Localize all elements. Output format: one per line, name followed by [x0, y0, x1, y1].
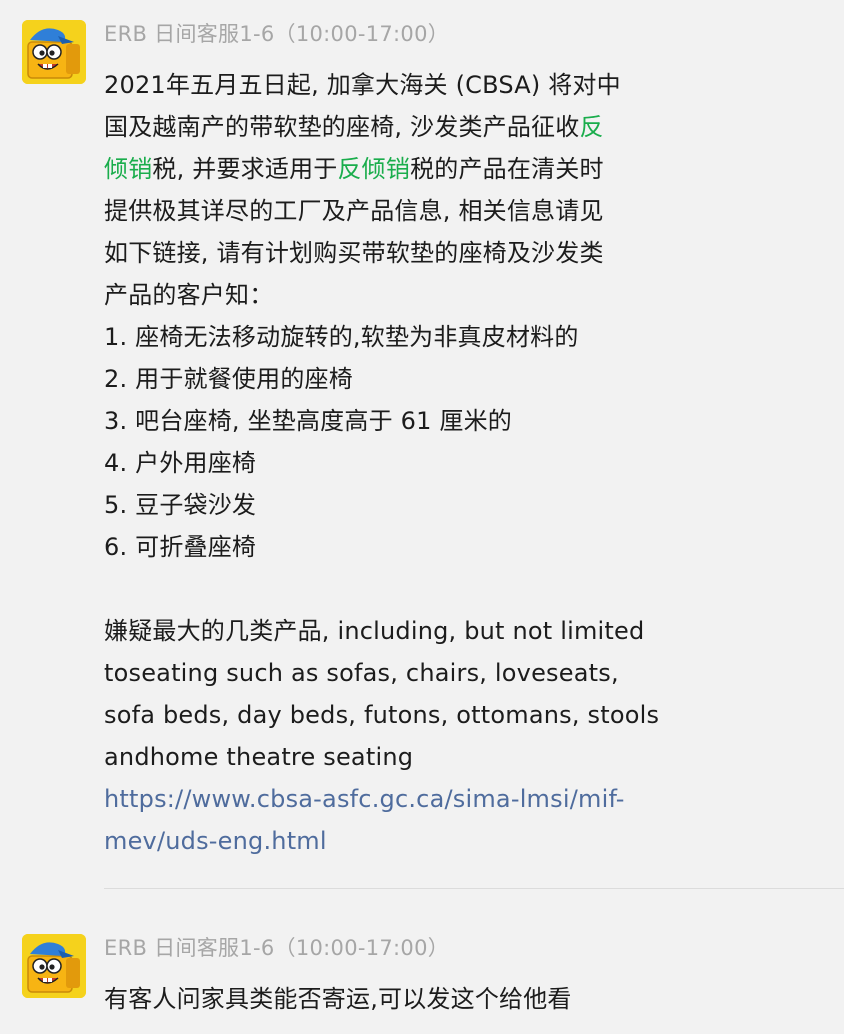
text-segment: 5. 豆子袋沙发: [104, 491, 257, 519]
message-line: 5. 豆子袋沙发: [104, 484, 724, 526]
cartoon-box-mascot-icon: [22, 20, 86, 84]
highlighted-keyword[interactable]: 反倾销: [337, 155, 410, 183]
message-line: 如下链接, 请有计划购买带软垫的座椅及沙发类: [104, 232, 724, 274]
url-link[interactable]: https://www.cbsa-asfc.gc.ca/sima-lmsi/mi…: [104, 785, 625, 813]
message-line: sofa beds, day beds, futons, ottomans, s…: [104, 694, 724, 736]
highlighted-keyword[interactable]: 倾销: [104, 155, 152, 183]
url-link[interactable]: mev/uds-eng.html: [104, 827, 327, 855]
message-line: 产品的客户知：: [104, 274, 724, 316]
text-segment: 国及越南产的带软垫的座椅, 沙发类产品征收: [104, 113, 580, 141]
message-line: 有客人问家具类能否寄运,可以发这个给他看: [104, 978, 724, 1020]
message-line: 倾销税, 并要求适用于反倾销税的产品在清关时: [104, 148, 724, 190]
message-line: 2021年五月五日起, 加拿大海关 (CBSA) 将对中: [104, 64, 724, 106]
message-line: 4. 户外用座椅: [104, 442, 724, 484]
text-segment: 4. 户外用座椅: [104, 449, 257, 477]
text-segment: 税, 并要求适用于: [152, 155, 338, 183]
text-segment: 有客人问家具类能否寄运,可以发这个给他看: [104, 985, 572, 1013]
message-line: 提供极其详尽的工厂及产品信息, 相关信息请见: [104, 190, 724, 232]
message-divider: [104, 888, 844, 889]
text-segment: 3. 吧台座椅, 坐垫高度高于 61 厘米的: [104, 407, 512, 435]
message-line: 国及越南产的带软垫的座椅, 沙发类产品征收反: [104, 106, 724, 148]
message-text[interactable]: 有客人问家具类能否寄运,可以发这个给他看: [104, 978, 724, 1020]
text-segment: 6. 可折叠座椅: [104, 533, 257, 561]
message-line: 3. 吧台座椅, 坐垫高度高于 61 厘米的: [104, 400, 724, 442]
text-segment: 税的产品在清关时: [410, 155, 604, 183]
cartoon-box-mascot-icon: [22, 934, 86, 998]
message-line: 6. 可折叠座椅: [104, 526, 724, 568]
sender-name: ERB 日间客服1-6（10:00-17:00）: [104, 936, 450, 960]
highlighted-keyword[interactable]: 反: [579, 113, 603, 141]
message-line: toseating such as sofas, chairs, lovesea…: [104, 652, 724, 694]
text-segment: 2. 用于就餐使用的座椅: [104, 365, 353, 393]
message-line: https://www.cbsa-asfc.gc.ca/sima-lmsi/mi…: [104, 778, 724, 820]
text-segment: 产品的客户知：: [104, 281, 274, 309]
text-segment: 嫌疑最大的几类产品, including, but not limited: [104, 617, 645, 645]
message-line: andhome theatre seating: [104, 736, 724, 778]
chat-history: ERB 日间客服1-6（10:00-17:00） 2021年五月五日起, 加拿大…: [0, 0, 844, 1034]
message-line: 嫌疑最大的几类产品, including, but not limited: [104, 610, 724, 652]
text-segment: toseating such as sofas, chairs, lovesea…: [104, 659, 619, 687]
text-segment: 2021年五月五日起, 加拿大海关 (CBSA) 将对中: [104, 71, 621, 99]
message-line: 2. 用于就餐使用的座椅: [104, 358, 724, 400]
text-segment: 1. 座椅无法移动旋转的,软垫为非真皮材料的: [104, 323, 579, 351]
message-line: 1. 座椅无法移动旋转的,软垫为非真皮材料的: [104, 316, 724, 358]
message-text[interactable]: 2021年五月五日起, 加拿大海关 (CBSA) 将对中 国及越南产的带软垫的座椅…: [104, 64, 724, 862]
text-segment: andhome theatre seating: [104, 743, 414, 771]
text-segment: 提供极其详尽的工厂及产品信息, 相关信息请见: [104, 197, 604, 225]
sender-name: ERB 日间客服1-6（10:00-17:00）: [104, 22, 450, 46]
text-segment: sofa beds, day beds, futons, ottomans, s…: [104, 701, 660, 729]
avatar[interactable]: [22, 20, 86, 84]
avatar[interactable]: [22, 934, 86, 998]
message-line: mev/uds-eng.html: [104, 820, 724, 862]
text-segment: 如下链接, 请有计划购买带软垫的座椅及沙发类: [104, 239, 604, 267]
